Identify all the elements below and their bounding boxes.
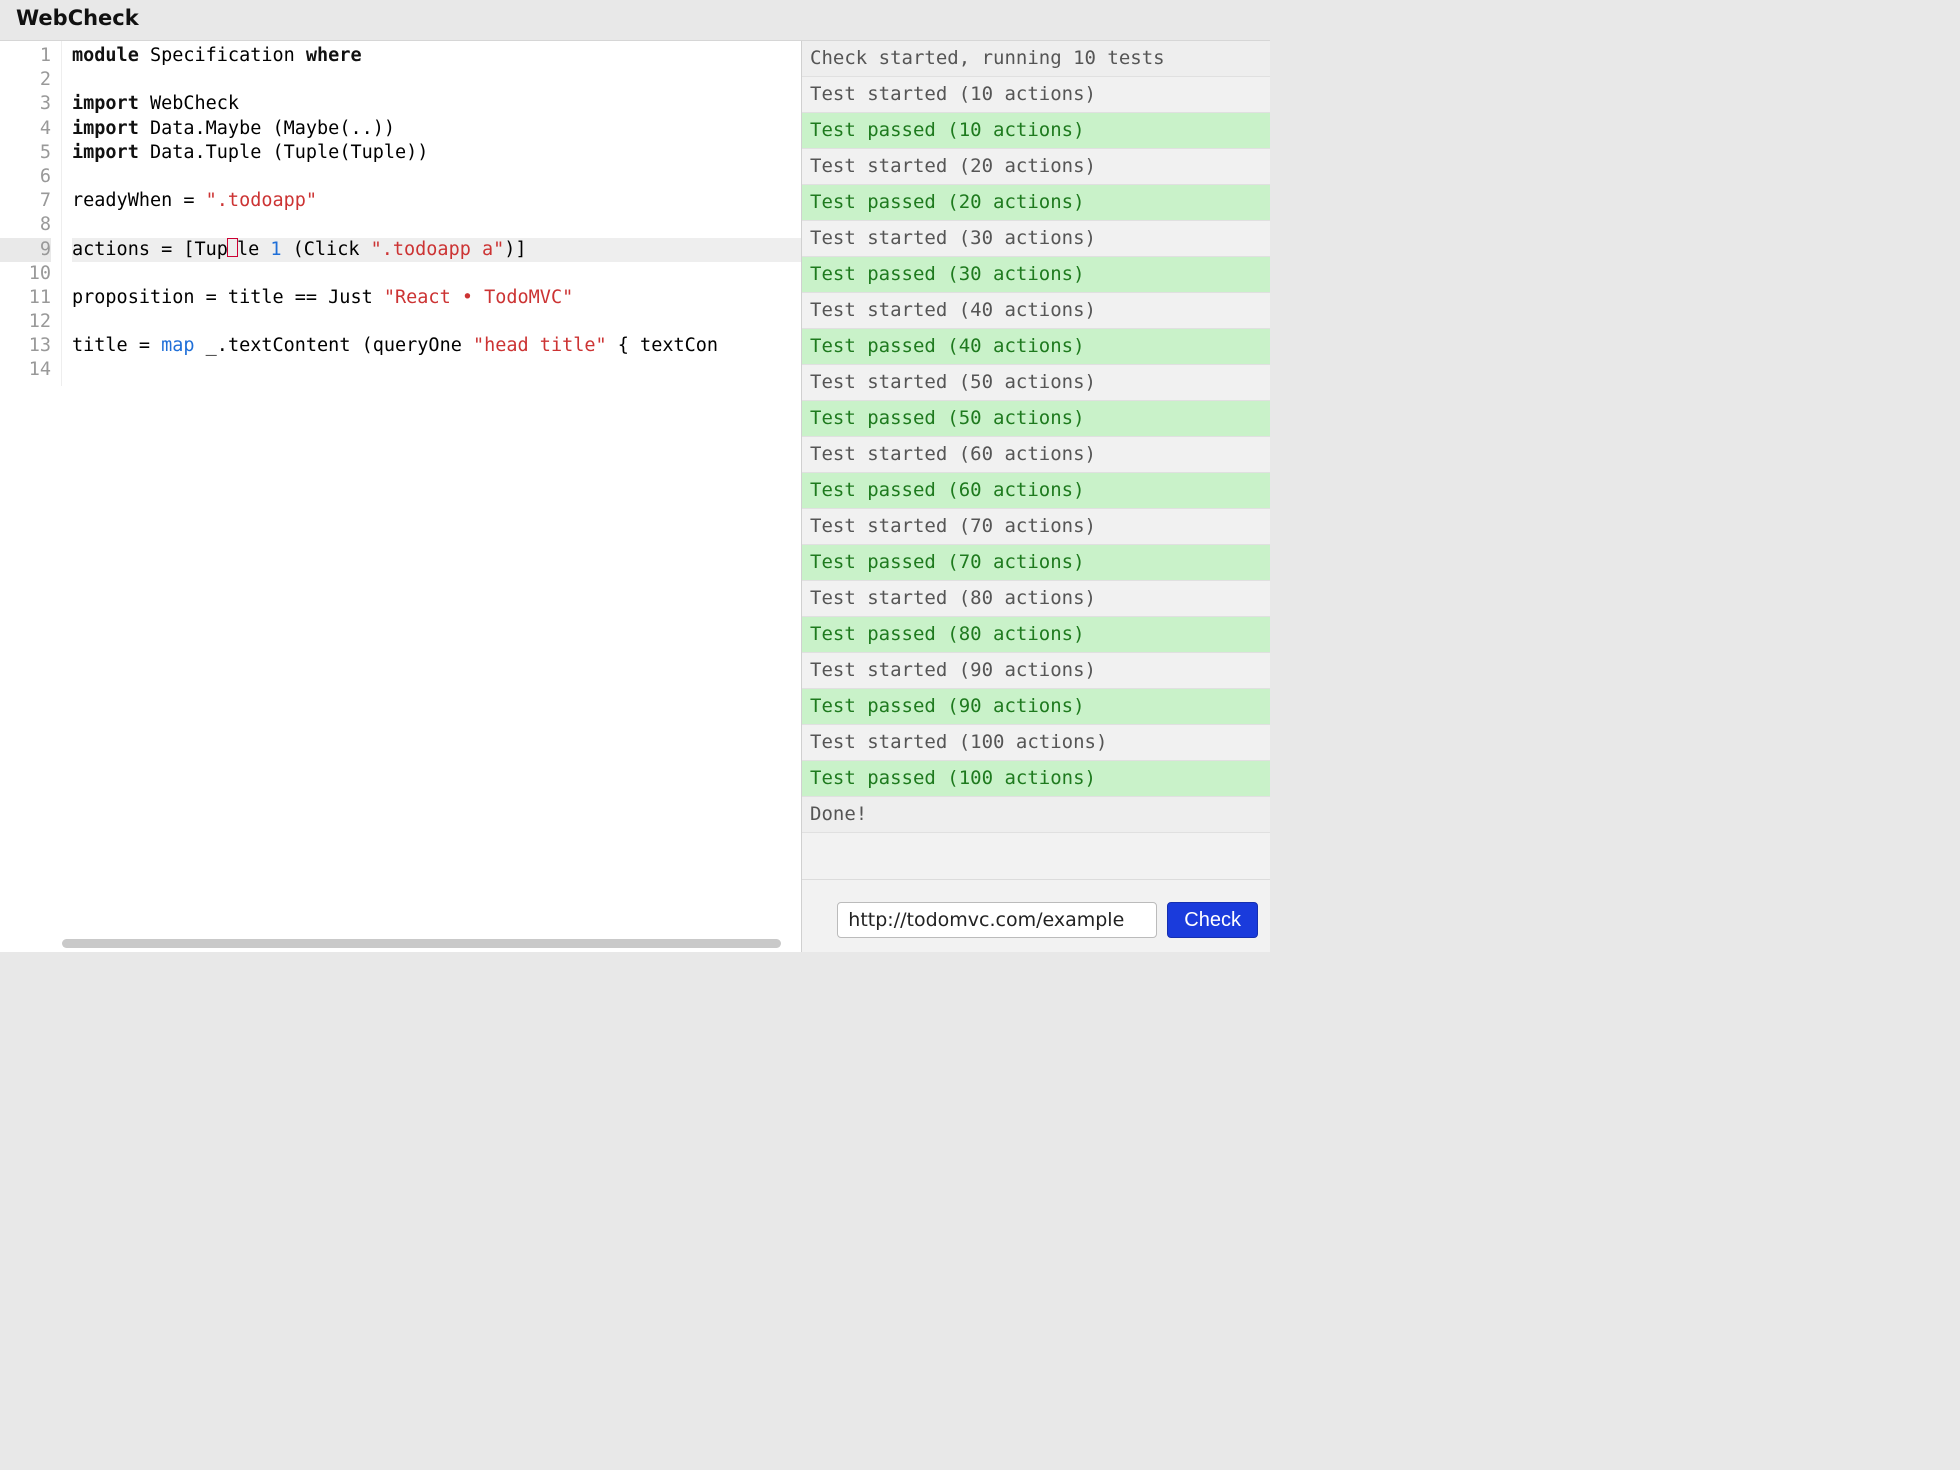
- code-line[interactable]: import WebCheck: [72, 92, 801, 116]
- result-item-passed: Test passed (100 actions): [802, 761, 1270, 797]
- app-root: WebCheck 1234567891011121314 module Spec…: [0, 0, 1270, 952]
- code-line[interactable]: module Specification where: [72, 44, 801, 68]
- code-line[interactable]: readyWhen = ".todoapp": [72, 189, 801, 213]
- bottom-bar: Check: [802, 879, 1270, 952]
- code-token: ".todoapp": [206, 190, 317, 211]
- result-item-started: Test started (90 actions): [802, 653, 1270, 689]
- code-token: module: [72, 45, 150, 66]
- editor-horizontal-scrollbar[interactable]: [62, 939, 781, 948]
- code-line[interactable]: actions = [Tup le 1 (Click ".todoapp a")]: [72, 238, 801, 262]
- line-number: 1: [0, 44, 51, 68]
- result-item-started: Test started (10 actions): [802, 77, 1270, 113]
- line-number: 12: [0, 310, 51, 334]
- code-line[interactable]: [72, 165, 801, 189]
- result-item-passed: Test passed (10 actions): [802, 113, 1270, 149]
- code-line[interactable]: [72, 310, 801, 334]
- result-item-passed: Test passed (60 actions): [802, 473, 1270, 509]
- line-number: 9: [0, 238, 51, 262]
- code-token: where: [306, 45, 362, 66]
- code-token: proposition = title == Just: [72, 287, 384, 308]
- code-token: map: [161, 335, 194, 356]
- line-number: 10: [0, 262, 51, 286]
- code-token: readyWhen =: [72, 190, 206, 211]
- line-number: 7: [0, 189, 51, 213]
- code-line[interactable]: [72, 358, 801, 382]
- result-item-passed: Test passed (70 actions): [802, 545, 1270, 581]
- result-item-info: Done!: [802, 797, 1270, 833]
- result-item-started: Test started (70 actions): [802, 509, 1270, 545]
- code-token: WebCheck: [150, 93, 239, 114]
- line-number: 2: [0, 68, 51, 92]
- code-token: Data.Tuple (Tuple(Tuple)): [150, 142, 428, 163]
- code-token: le: [237, 239, 270, 260]
- code-area[interactable]: 1234567891011121314 module Specification…: [0, 41, 801, 386]
- result-item-info: Check started, running 10 tests: [802, 41, 1270, 77]
- editor-scroll[interactable]: 1234567891011121314 module Specification…: [0, 41, 801, 952]
- line-number: 6: [0, 165, 51, 189]
- code-token: 1: [270, 239, 281, 260]
- result-item-started: Test started (80 actions): [802, 581, 1270, 617]
- code-line[interactable]: import Data.Tuple (Tuple(Tuple)): [72, 141, 801, 165]
- result-item-passed: Test passed (40 actions): [802, 329, 1270, 365]
- code-token: _.textContent (queryOne: [195, 335, 473, 356]
- code-token: { textCon: [607, 335, 718, 356]
- result-item-passed: Test passed (90 actions): [802, 689, 1270, 725]
- code-token: "React • TodoMVC": [384, 287, 573, 308]
- line-number: 5: [0, 141, 51, 165]
- code-token: "head title": [473, 335, 607, 356]
- results-pane: Check started, running 10 testsTest star…: [801, 41, 1270, 952]
- results-list[interactable]: Check started, running 10 testsTest star…: [802, 41, 1270, 879]
- result-item-started: Test started (40 actions): [802, 293, 1270, 329]
- code-token: ".todoapp a": [371, 239, 505, 260]
- code-token: (Click: [282, 239, 371, 260]
- result-item-started: Test started (100 actions): [802, 725, 1270, 761]
- result-item-passed: Test passed (80 actions): [802, 617, 1270, 653]
- check-button[interactable]: Check: [1167, 902, 1258, 938]
- result-item-passed: Test passed (20 actions): [802, 185, 1270, 221]
- result-item-started: Test started (60 actions): [802, 437, 1270, 473]
- code-line[interactable]: [72, 262, 801, 286]
- code-line[interactable]: [72, 213, 801, 237]
- header-bar: WebCheck: [0, 0, 1270, 40]
- main-split: 1234567891011121314 module Specification…: [0, 40, 1270, 952]
- line-number: 3: [0, 92, 51, 116]
- code-line[interactable]: import Data.Maybe (Maybe(..)): [72, 117, 801, 141]
- code-token: title =: [72, 335, 161, 356]
- code-token: )]: [504, 239, 526, 260]
- line-number: 8: [0, 213, 51, 237]
- code-lines[interactable]: module Specification where import WebChec…: [62, 41, 801, 386]
- url-input[interactable]: [837, 902, 1157, 938]
- code-token: Specification: [150, 45, 306, 66]
- result-item-passed: Test passed (30 actions): [802, 257, 1270, 293]
- editor-pane: 1234567891011121314 module Specification…: [0, 41, 801, 952]
- code-line[interactable]: [72, 68, 801, 92]
- code-token: Data.Maybe (Maybe(..)): [150, 118, 395, 139]
- app-title: WebCheck: [16, 6, 1254, 30]
- line-number: 11: [0, 286, 51, 310]
- result-item-started: Test started (20 actions): [802, 149, 1270, 185]
- code-token: import: [72, 118, 150, 139]
- line-number: 14: [0, 358, 51, 382]
- result-item-started: Test started (50 actions): [802, 365, 1270, 401]
- code-line[interactable]: title = map _.textContent (queryOne "hea…: [72, 334, 801, 358]
- code-line[interactable]: proposition = title == Just "React • Tod…: [72, 286, 801, 310]
- result-item-passed: Test passed (50 actions): [802, 401, 1270, 437]
- line-number-gutter: 1234567891011121314: [0, 41, 62, 386]
- line-number: 13: [0, 334, 51, 358]
- code-token: import: [72, 142, 150, 163]
- code-token: import: [72, 93, 150, 114]
- code-token: actions = [Tup: [72, 239, 228, 260]
- line-number: 4: [0, 117, 51, 141]
- result-item-started: Test started (30 actions): [802, 221, 1270, 257]
